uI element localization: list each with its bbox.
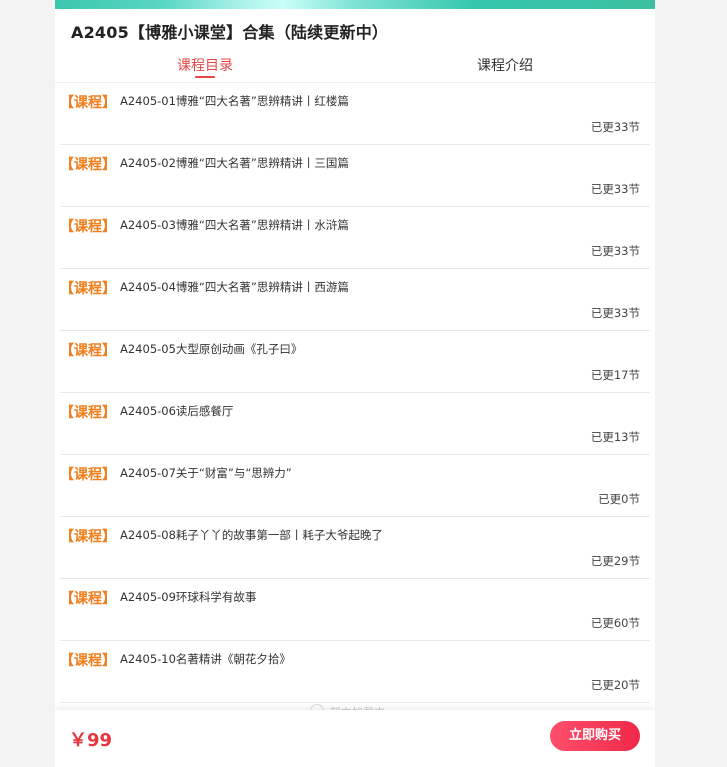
- course-title: A2405-10名著精讲《朝花夕拾》: [120, 652, 291, 666]
- course-lesson-count: 已更17节: [590, 368, 640, 382]
- course-tag: 【课程】: [60, 467, 116, 483]
- course-title: A2405-07关于“财富”与“思辨力”: [120, 466, 292, 480]
- course-tag: 【课程】: [60, 343, 116, 359]
- course-lesson-count: 已更29节: [590, 554, 640, 568]
- course-lesson-count: 已更33节: [590, 306, 640, 320]
- course-lesson-count: 已更0节: [598, 492, 640, 506]
- course-lesson-count: 已更33节: [590, 244, 640, 258]
- course-title: A2405-08耗子丫丫的故事第一部丨耗子大爷起晚了: [120, 528, 383, 542]
- course-lesson-count: 已更60节: [590, 616, 640, 630]
- tab-bar: 课程目录 课程介绍: [55, 50, 655, 83]
- course-tag: 【课程】: [60, 219, 116, 235]
- header-banner: [55, 0, 655, 9]
- page: A2405【博雅小课堂】合集（陆续更新中） 课程目录 课程介绍 【课程】 A24…: [55, 0, 655, 767]
- course-list-item[interactable]: 【课程】 A2405-06读后感餐厅 已更13节: [60, 393, 650, 455]
- course-list-item[interactable]: 【课程】 A2405-09环球科学有故事 已更60节: [60, 579, 650, 641]
- course-title: A2405-09环球科学有故事: [120, 590, 257, 604]
- tab-course-catalog[interactable]: 课程目录: [55, 55, 355, 75]
- course-tag: 【课程】: [60, 591, 116, 607]
- course-title: A2405-04博雅“四大名著”思辨精讲丨西游篇: [120, 280, 349, 294]
- course-tag: 【课程】: [60, 157, 116, 173]
- course-list-item[interactable]: 【课程】 A2405-01博雅“四大名著”思辨精讲丨红楼篇 已更33节: [60, 83, 650, 145]
- course-title: A2405-01博雅“四大名著”思辨精讲丨红楼篇: [120, 94, 349, 108]
- tab-course-intro[interactable]: 课程介绍: [355, 55, 655, 75]
- course-list-item[interactable]: 【课程】 A2405-05大型原创动画《孔子曰》 已更17节: [60, 331, 650, 393]
- course-lesson-count: 已更33节: [590, 182, 640, 196]
- course-list: 【课程】 A2405-01博雅“四大名著”思辨精讲丨红楼篇 已更33节 【课程】…: [60, 83, 650, 703]
- course-lesson-count: 已更20节: [590, 678, 640, 692]
- course-lesson-count: 已更13节: [590, 430, 640, 444]
- course-title: A2405-05大型原创动画《孔子曰》: [120, 342, 303, 356]
- course-title: A2405-03博雅“四大名著”思辨精讲丨水浒篇: [120, 218, 349, 232]
- active-tab-indicator: [195, 76, 215, 78]
- course-tag: 【课程】: [60, 653, 116, 669]
- course-list-item[interactable]: 【课程】 A2405-04博雅“四大名著”思辨精讲丨西游篇 已更33节: [60, 269, 650, 331]
- course-list-item[interactable]: 【课程】 A2405-02博雅“四大名著”思辨精讲丨三国篇 已更33节: [60, 145, 650, 207]
- purchase-bar: ￥99 立即购买: [55, 710, 655, 767]
- course-tag: 【课程】: [60, 95, 116, 111]
- course-list-item[interactable]: 【课程】 A2405-10名著精讲《朝花夕拾》 已更20节: [60, 641, 650, 703]
- course-lesson-count: 已更33节: [590, 120, 640, 134]
- course-list-item[interactable]: 【课程】 A2405-08耗子丫丫的故事第一部丨耗子大爷起晚了 已更29节: [60, 517, 650, 579]
- course-list-item[interactable]: 【课程】 A2405-03博雅“四大名著”思辨精讲丨水浒篇 已更33节: [60, 207, 650, 269]
- course-tag: 【课程】: [60, 529, 116, 545]
- course-title: A2405-02博雅“四大名著”思辨精讲丨三国篇: [120, 156, 349, 170]
- course-tag: 【课程】: [60, 281, 116, 297]
- price-label: ￥99: [69, 730, 113, 751]
- buy-now-button[interactable]: 立即购买: [550, 721, 640, 751]
- page-title: A2405【博雅小课堂】合集（陆续更新中）: [71, 23, 389, 42]
- course-title: A2405-06读后感餐厅: [120, 404, 234, 418]
- course-list-item[interactable]: 【课程】 A2405-07关于“财富”与“思辨力” 已更0节: [60, 455, 650, 517]
- course-tag: 【课程】: [60, 405, 116, 421]
